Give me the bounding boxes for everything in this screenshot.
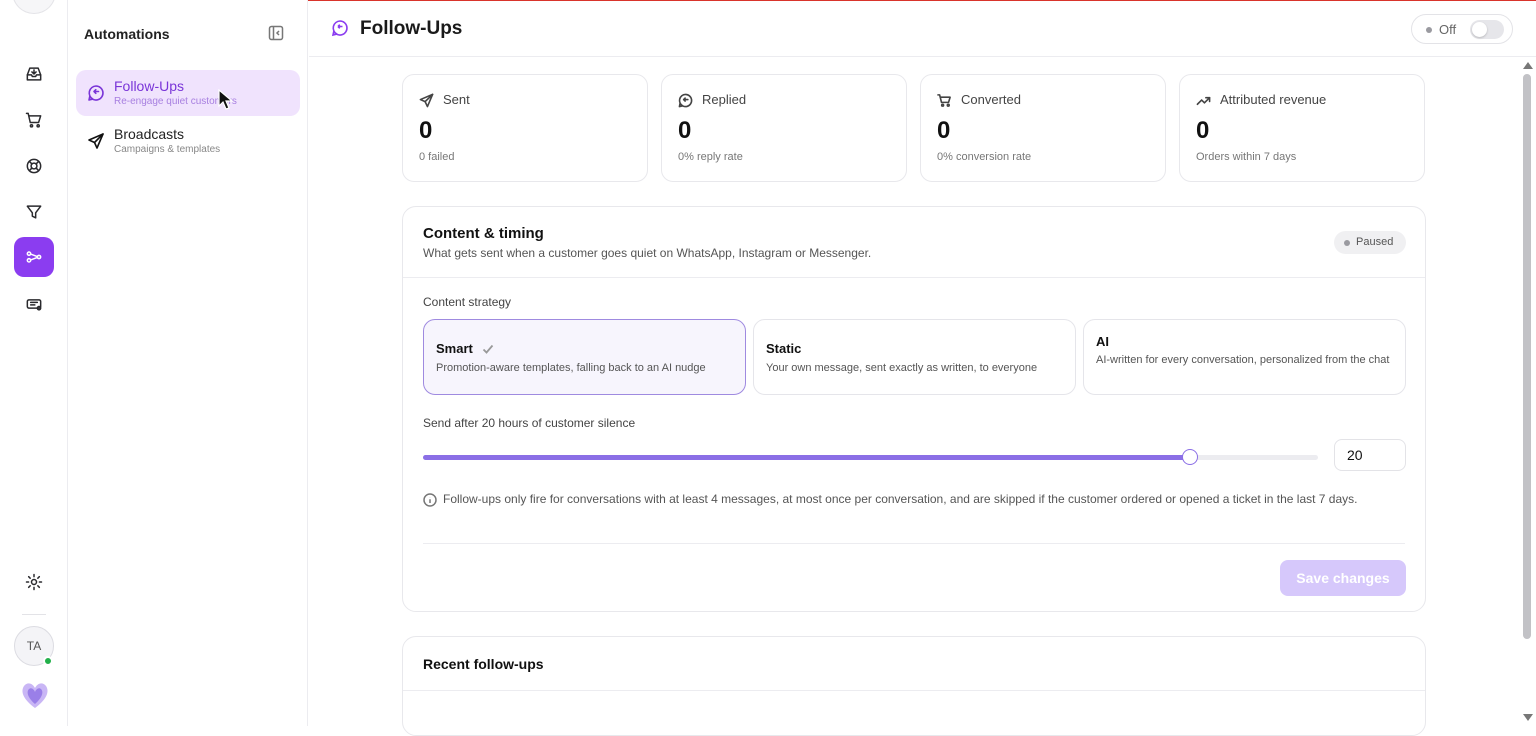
stat-label: Attributed revenue bbox=[1220, 92, 1327, 107]
page-header: Follow-Ups Off bbox=[309, 1, 1536, 57]
send-delay-hours-input[interactable] bbox=[1334, 439, 1406, 471]
status-dot bbox=[1344, 240, 1350, 246]
automation-enabled-toggle[interactable]: Off bbox=[1411, 14, 1513, 44]
stat-subtext: 0% reply rate bbox=[678, 151, 743, 163]
main-scrollbar[interactable] bbox=[1520, 58, 1536, 726]
content-strategy-label: Content strategy bbox=[423, 295, 512, 309]
content-timing-card: Content & timing What gets sent when a c… bbox=[402, 206, 1426, 612]
rail-divider bbox=[22, 614, 46, 615]
option-description: AI-written for every conversation, perso… bbox=[1096, 354, 1390, 366]
online-status-dot bbox=[43, 656, 53, 666]
divider bbox=[403, 690, 1425, 691]
send-icon bbox=[87, 132, 105, 150]
send-delay-label: Send after 20 hours of customer silence bbox=[423, 416, 636, 430]
strategy-option-smart[interactable]: Smart Promotion-aware templates, falling… bbox=[423, 319, 746, 395]
divider bbox=[403, 277, 1425, 278]
filter-icon[interactable] bbox=[14, 192, 54, 232]
sidebar-item-sublabel: Campaigns & templates bbox=[114, 144, 221, 155]
sidebar-title: Automations bbox=[84, 26, 170, 42]
check-icon bbox=[482, 342, 494, 354]
avatar-initials: TA bbox=[26, 639, 42, 653]
slider-fill bbox=[423, 455, 1190, 460]
stat-value: 0 bbox=[419, 117, 433, 144]
stat-value: 0 bbox=[678, 117, 692, 144]
option-name: Static bbox=[766, 341, 802, 356]
page-title: Follow-Ups bbox=[360, 18, 463, 39]
tickets-icon[interactable] bbox=[14, 284, 54, 324]
sidebar-item-broadcasts[interactable]: Broadcasts Campaigns & templates bbox=[76, 118, 300, 164]
automations-icon[interactable] bbox=[14, 237, 54, 277]
stat-subtext: 0% conversion rate bbox=[937, 151, 1032, 163]
send-delay-slider[interactable] bbox=[423, 449, 1318, 465]
collapse-sidebar-icon[interactable] bbox=[268, 25, 284, 41]
option-description: Your own message, sent exactly as writte… bbox=[766, 362, 1038, 374]
follow-up-icon bbox=[331, 19, 349, 37]
stat-card-replied: Replied 0 0% reply rate bbox=[661, 74, 907, 182]
sidebar-item-label: Broadcasts bbox=[114, 126, 185, 142]
status-dot bbox=[1426, 27, 1432, 33]
option-description: Promotion-aware templates, falling back … bbox=[436, 362, 706, 374]
status-badge-label: Paused bbox=[1356, 236, 1394, 248]
stat-label: Converted bbox=[961, 92, 1021, 107]
rail-top-button[interactable] bbox=[12, 0, 56, 14]
toggle-switch[interactable] bbox=[1470, 20, 1504, 39]
toggle-knob bbox=[1472, 22, 1487, 37]
send-icon bbox=[419, 93, 434, 108]
option-name: Smart bbox=[436, 341, 473, 356]
brand-logo-icon bbox=[22, 683, 48, 708]
cart-icon[interactable] bbox=[14, 100, 54, 140]
divider bbox=[423, 543, 1405, 544]
stat-value: 0 bbox=[937, 117, 951, 144]
scroll-thumb[interactable] bbox=[1523, 74, 1531, 639]
reply-icon bbox=[678, 93, 693, 108]
stat-card-sent: Sent 0 0 failed bbox=[402, 74, 648, 182]
settings-icon[interactable] bbox=[14, 562, 54, 602]
mouse-cursor-icon bbox=[218, 89, 234, 110]
follow-up-rules-note: Follow-ups only fire for conversations w… bbox=[443, 492, 1358, 506]
trending-up-icon bbox=[1196, 93, 1211, 108]
status-badge: Paused bbox=[1334, 231, 1406, 254]
inbox-icon[interactable] bbox=[14, 54, 54, 94]
scroll-up-arrow-icon[interactable] bbox=[1523, 62, 1533, 69]
follow-up-icon bbox=[87, 84, 105, 102]
card-description: What gets sent when a customer goes quie… bbox=[423, 246, 872, 260]
sidebar-item-follow-ups[interactable]: Follow-Ups Re-engage quiet customers bbox=[76, 70, 300, 116]
card-title: Recent follow-ups bbox=[423, 656, 544, 672]
automations-sidebar: Automations Follow-Ups Re-engage quiet c… bbox=[68, 0, 308, 726]
stat-card-converted: Converted 0 0% conversion rate bbox=[920, 74, 1166, 182]
option-name: AI bbox=[1096, 334, 1109, 349]
stat-value: 0 bbox=[1196, 117, 1210, 144]
save-changes-button[interactable]: Save changes bbox=[1280, 560, 1406, 596]
toggle-label: Off bbox=[1439, 22, 1457, 37]
stat-label: Sent bbox=[443, 92, 470, 107]
card-title: Content & timing bbox=[423, 225, 544, 242]
slider-thumb[interactable] bbox=[1182, 449, 1198, 465]
cart-icon bbox=[937, 93, 952, 108]
scroll-down-arrow-icon[interactable] bbox=[1523, 714, 1533, 721]
strategy-option-ai[interactable]: AI AI-written for every conversation, pe… bbox=[1083, 319, 1406, 395]
stat-label: Replied bbox=[702, 92, 747, 107]
sidebar-item-label: Follow-Ups bbox=[114, 78, 185, 94]
recent-follow-ups-card: Recent follow-ups bbox=[402, 636, 1426, 736]
stat-subtext: 0 failed bbox=[419, 151, 455, 163]
stat-card-attributed-revenue: Attributed revenue 0 Orders within 7 day… bbox=[1179, 74, 1425, 182]
icon-rail: TA bbox=[0, 0, 68, 726]
lifebuoy-icon[interactable] bbox=[14, 146, 54, 186]
strategy-option-static[interactable]: Static Your own message, sent exactly as… bbox=[753, 319, 1076, 395]
stat-subtext: Orders within 7 days bbox=[1196, 151, 1297, 163]
info-icon bbox=[423, 493, 437, 507]
